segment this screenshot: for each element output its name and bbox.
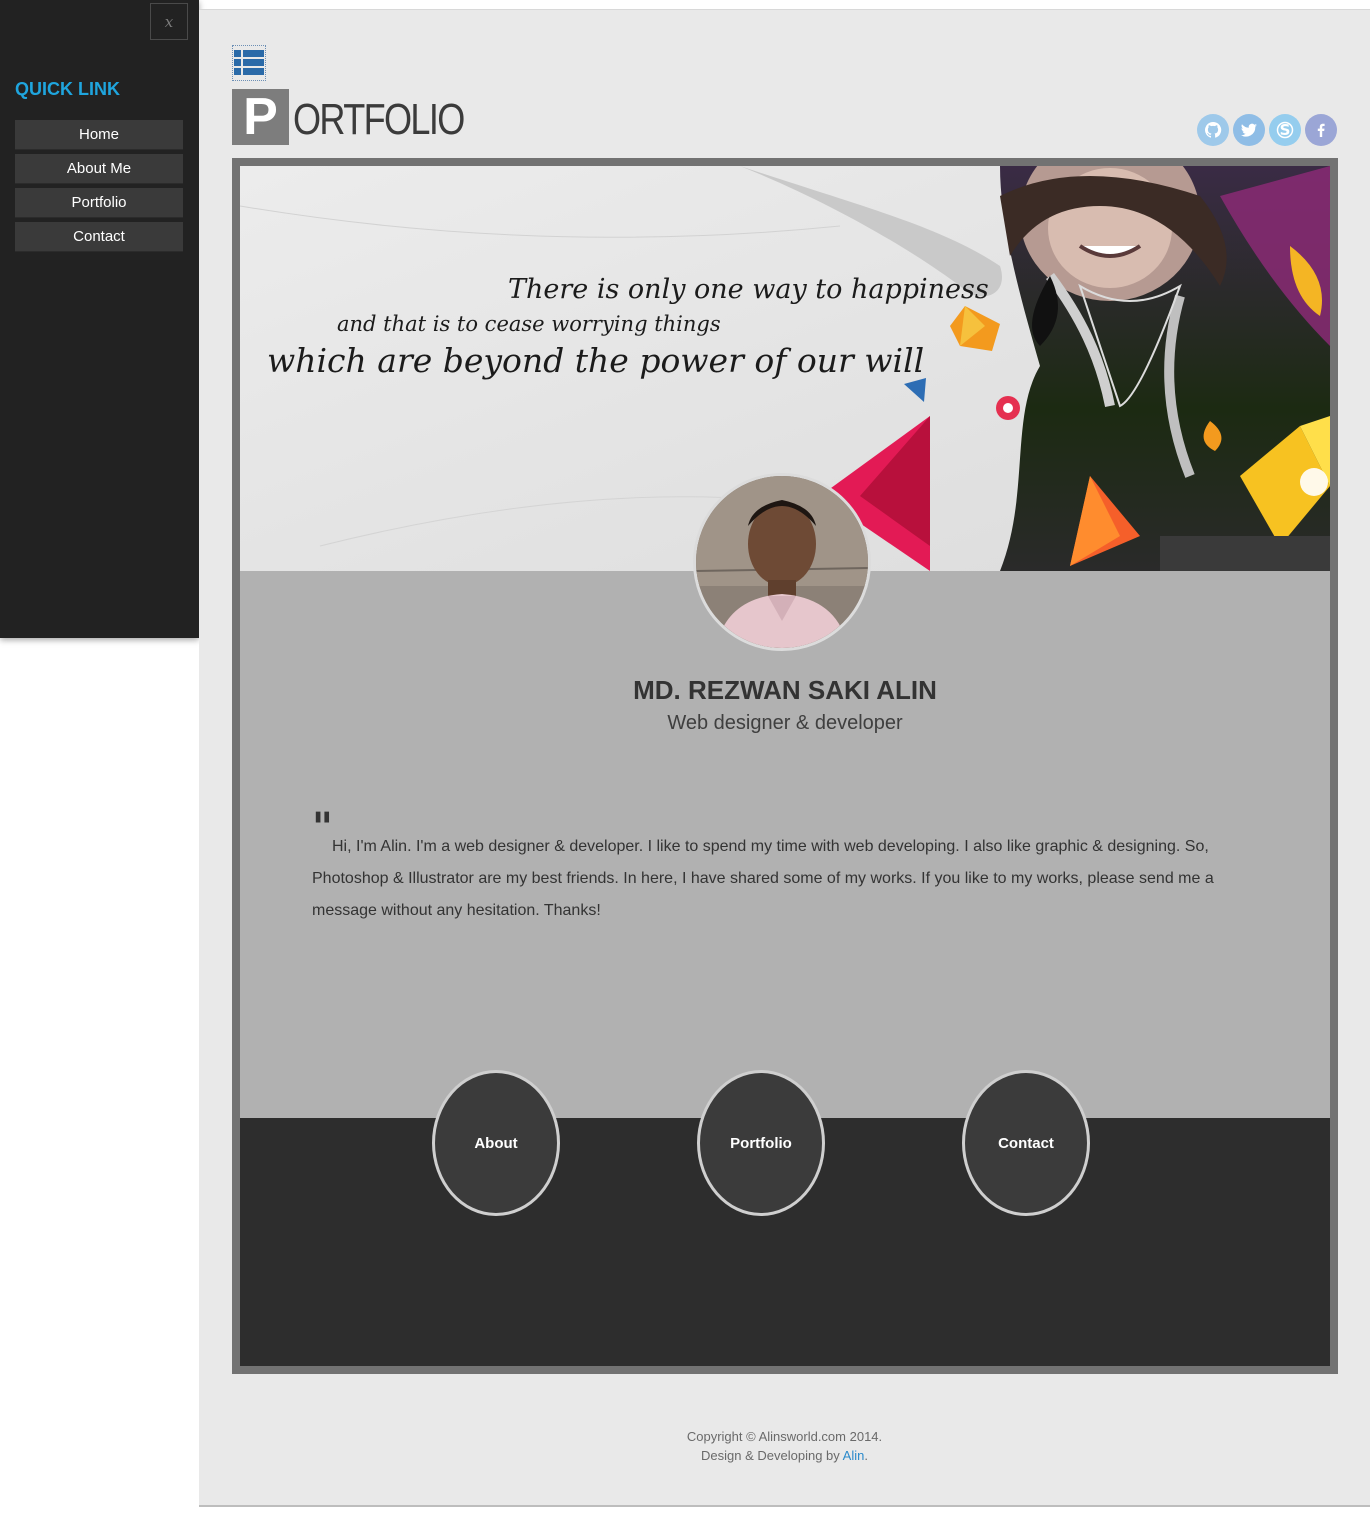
- sidebar-close-button[interactable]: x: [150, 3, 188, 40]
- about-circle-button[interactable]: About: [432, 1070, 560, 1216]
- quick-link-sidebar: x QUICK LINK Home About Me Portfolio Con…: [0, 0, 199, 638]
- twitter-icon[interactable]: [1233, 114, 1265, 146]
- sidebar-menu: Home About Me Portfolio Contact: [15, 120, 183, 256]
- profile-name: MD. REZWAN SAKI ALIN: [633, 675, 937, 705]
- credit-prefix: Design & Developing by: [701, 1448, 843, 1463]
- skype-icon[interactable]: S: [1269, 114, 1301, 146]
- banner-quote-line-1: There is only one way to happiness: [508, 274, 989, 305]
- sidebar-item-contact[interactable]: Contact: [15, 222, 183, 252]
- credit-text: Design & Developing by Alin.: [199, 1446, 1370, 1465]
- logo-text: ORTFOLIO: [293, 95, 465, 144]
- sidebar-item-home[interactable]: Home: [15, 120, 183, 150]
- profile-bio: Hi, I'm Alin. I'm a web designer & devel…: [312, 838, 1214, 919]
- profile-photo: [696, 476, 868, 648]
- banner-quote-line-2: and that is to cease worrying things: [337, 312, 721, 336]
- portfolio-circle-button[interactable]: Portfolio: [697, 1070, 825, 1216]
- social-links: S: [1197, 114, 1341, 146]
- main-content: P ORTFOLIO S There is only one way to ha…: [199, 9, 1370, 1507]
- logo-initial: P: [232, 88, 289, 146]
- facebook-icon[interactable]: [1305, 114, 1337, 146]
- sidebar-title: QUICK LINK: [15, 79, 120, 99]
- sidebar-item-portfolio[interactable]: Portfolio: [15, 188, 183, 218]
- menu-toggle-button[interactable]: [232, 45, 266, 81]
- profile-role: Web designer & developer: [667, 712, 903, 734]
- sidebar-item-about-me[interactable]: About Me: [15, 154, 183, 184]
- github-icon[interactable]: [1197, 114, 1229, 146]
- footer: Copyright © Alinsworld.com 2014. Design …: [199, 1427, 1370, 1465]
- copyright-text: Copyright © Alinsworld.com 2014.: [686, 1429, 883, 1444]
- credit-suffix: .: [864, 1448, 868, 1463]
- avatar: [693, 473, 871, 651]
- banner-quote-line-3: which are beyond the power of our will: [267, 341, 925, 380]
- contact-circle-button[interactable]: Contact: [962, 1070, 1090, 1216]
- author-link[interactable]: Alin: [843, 1448, 865, 1463]
- profile-card: There is only one way to happiness and t…: [232, 158, 1338, 1374]
- list-icon: [234, 50, 264, 75]
